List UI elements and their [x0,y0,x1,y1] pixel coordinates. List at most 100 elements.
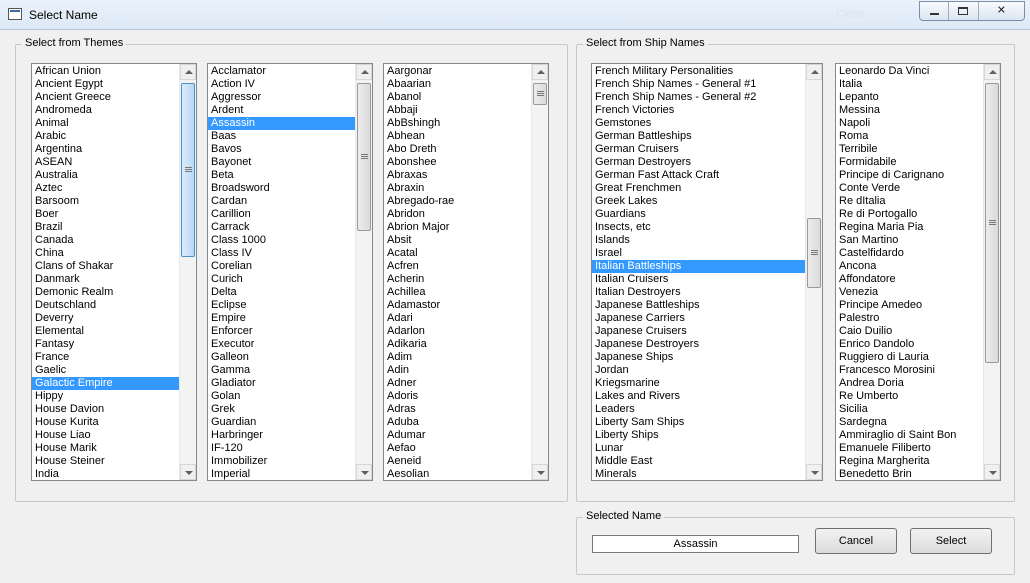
themes-listbox[interactable]: African Union Ancient Egypt Ancient Greece… [31,63,197,481]
list-item[interactable]: Abhean [384,130,531,143]
scroll-up-button[interactable] [356,64,372,80]
list-item[interactable]: Carrack [208,221,355,234]
list-item[interactable]: Curich [208,273,355,286]
list-item[interactable]: France [32,351,179,364]
list-item[interactable]: Italian Destroyers [592,286,805,299]
list-item[interactable]: Immobilizer [208,455,355,468]
list-item[interactable]: Assassin [208,117,355,130]
list-item[interactable]: French Ship Names - General #1 [592,78,805,91]
list-item[interactable]: German Battleships [592,130,805,143]
list-item[interactable]: Benedetto Brin [836,468,983,480]
list-item[interactable]: Empire [208,312,355,325]
list-item[interactable]: Abridon [384,208,531,221]
list-item[interactable]: Clans of Shakar [32,260,179,273]
list-item[interactable]: Aargonar [384,65,531,78]
list-item[interactable]: Ancient Greece [32,91,179,104]
list-item[interactable]: Jordan [592,364,805,377]
scroll-up-button[interactable] [806,64,822,80]
list-item[interactable]: Adras [384,403,531,416]
list-item[interactable]: Sardegna [836,416,983,429]
list-item[interactable]: Baas [208,130,355,143]
list-item[interactable]: Ancona [836,260,983,273]
list-item[interactable]: Italian Battleships [592,260,805,273]
list-item[interactable]: Gladiator [208,377,355,390]
list-item[interactable]: China [32,247,179,260]
list-item[interactable]: Imperial [208,468,355,480]
list-item[interactable]: Japanese Battleships [592,299,805,312]
list-item[interactable]: Brazil [32,221,179,234]
list-item[interactable]: San Martino [836,234,983,247]
list-item[interactable]: Acfren [384,260,531,273]
list-item[interactable]: Regina Margherita [836,455,983,468]
list-item[interactable]: Minerals [592,468,805,480]
list-item[interactable]: Ammiraglio di Saint Bon [836,429,983,442]
list-item[interactable]: House Kurita [32,416,179,429]
list-item[interactable]: Absit [384,234,531,247]
list-item[interactable]: Liberty Sam Ships [592,416,805,429]
list-item[interactable]: Gemstones [592,117,805,130]
list-item[interactable]: French Victories [592,104,805,117]
scroll-down-button[interactable] [984,464,1000,480]
list-item[interactable]: Messina [836,104,983,117]
list-item[interactable]: Abaarian [384,78,531,91]
list-item[interactable]: Regina Maria Pia [836,221,983,234]
list-item[interactable]: Andromeda [32,104,179,117]
list-item[interactable]: Abraxas [384,169,531,182]
list-item[interactable]: Insects, etc [592,221,805,234]
list-item[interactable]: Aeneid [384,455,531,468]
list-item[interactable]: Achillea [384,286,531,299]
list-item[interactable]: German Cruisers [592,143,805,156]
list-item[interactable]: Demonic Realm [32,286,179,299]
theme-names-alt-scrollbar[interactable] [531,64,548,480]
cancel-button[interactable]: Cancel [815,528,897,554]
list-item[interactable]: German Destroyers [592,156,805,169]
list-item[interactable]: IF-120 [208,442,355,455]
list-item[interactable]: Aduba [384,416,531,429]
list-item[interactable]: Conte Verde [836,182,983,195]
list-item[interactable]: Principe Amedeo [836,299,983,312]
list-item[interactable]: Abanol [384,91,531,104]
list-item[interactable]: Bavos [208,143,355,156]
list-item[interactable]: Abrion Major [384,221,531,234]
list-item[interactable]: Kriegsmarine [592,377,805,390]
list-item[interactable]: Middle East [592,455,805,468]
ship-categories-scrollbar[interactable] [805,64,822,480]
list-item[interactable]: Adner [384,377,531,390]
list-item[interactable]: Action IV [208,78,355,91]
list-item[interactable]: Japanese Carriers [592,312,805,325]
list-item[interactable]: Liberty Ships [592,429,805,442]
list-item[interactable]: African Union [32,65,179,78]
selected-name-field[interactable]: Assassin [592,535,799,553]
list-item[interactable]: Carillion [208,208,355,221]
list-item[interactable]: Australia [32,169,179,182]
list-item[interactable]: Hippy [32,390,179,403]
list-item[interactable]: Gaelic [32,364,179,377]
list-item[interactable]: ASEAN [32,156,179,169]
themes-list[interactable]: African Union Ancient Egypt Ancient Greece… [32,64,179,480]
list-item[interactable]: Japanese Destroyers [592,338,805,351]
list-item[interactable]: Canada [32,234,179,247]
list-item[interactable]: French Ship Names - General #2 [592,91,805,104]
list-item[interactable]: Acatal [384,247,531,260]
list-item[interactable]: Abonshee [384,156,531,169]
list-item[interactable]: Japanese Ships [592,351,805,364]
list-item[interactable]: Emanuele Filiberto [836,442,983,455]
list-item[interactable]: Aesolian [384,468,531,480]
list-item[interactable]: Principe di Carignano [836,169,983,182]
select-button[interactable]: Select [910,528,992,554]
list-item[interactable]: Ancient Egypt [32,78,179,91]
ship-categories-listbox[interactable]: French Military Personalities French Ship… [591,63,823,481]
list-item[interactable]: Bayonet [208,156,355,169]
list-item[interactable]: Harbringer [208,429,355,442]
list-item[interactable]: Italia [836,78,983,91]
list-item[interactable]: House Steiner [32,455,179,468]
list-item[interactable]: Adikaria [384,338,531,351]
list-item[interactable]: Italian Cruisers [592,273,805,286]
list-item[interactable]: Abo Dreth [384,143,531,156]
list-item[interactable]: Ardent [208,104,355,117]
list-item[interactable]: Enforcer [208,325,355,338]
theme-names-scrollbar[interactable] [355,64,372,480]
list-item[interactable]: Abbaji [384,104,531,117]
list-item[interactable]: Cardan [208,195,355,208]
list-item[interactable]: Animal [32,117,179,130]
